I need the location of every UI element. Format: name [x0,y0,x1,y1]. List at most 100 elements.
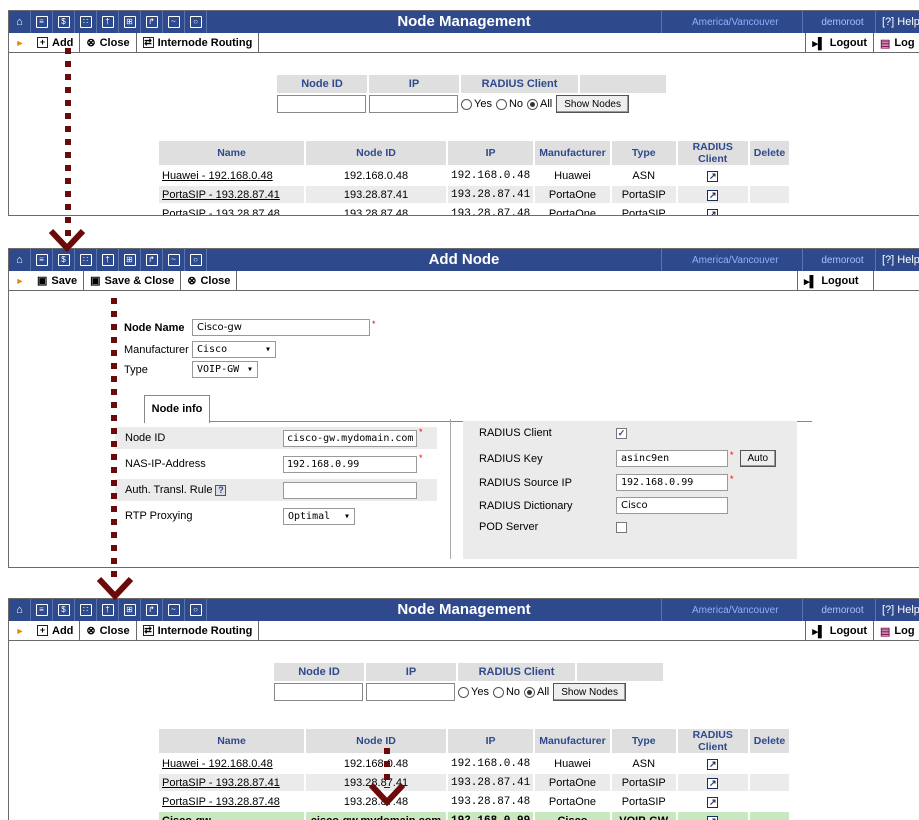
external-link-icon[interactable]: ↗ [707,777,719,789]
node-name-input[interactable] [192,319,370,336]
col-name[interactable]: Name [159,729,304,753]
node-name-link[interactable]: Cisco-gw [159,812,304,820]
network-icon[interactable]: ⊞ [119,599,141,621]
col-type[interactable]: Type [611,729,676,753]
graph-icon[interactable]: ~ [163,599,185,621]
home-icon[interactable]: ⌂ [9,599,31,621]
radio-all[interactable]: All [524,686,549,698]
radius-client-checkbox[interactable]: ✓ [616,427,627,439]
home-icon[interactable]: ⌂ [9,11,31,33]
user-link[interactable]: demoroot [802,249,882,271]
external-link-icon[interactable]: ↗ [707,189,719,201]
external-link-icon[interactable]: ↗ [707,208,719,215]
search-icon[interactable]: ○ [185,11,207,33]
help-link[interactable]: [?] Help [875,599,919,621]
radius-source-input[interactable] [616,474,728,491]
dollar-icon[interactable]: $ [53,599,75,621]
list-icon[interactable]: ≡ [31,599,53,621]
radius-dictionary-input[interactable] [616,497,728,514]
external-link-icon[interactable]: ↗ [707,796,719,808]
col-type[interactable]: Type [611,141,676,165]
node-id-filter-input[interactable] [277,95,366,113]
timezone-link[interactable]: America/Vancouver [661,249,811,271]
search-icon[interactable]: ○ [185,249,207,271]
list-icon[interactable]: ≡ [31,11,53,33]
add-button[interactable]: + Add [31,32,81,53]
ip-filter-input[interactable] [366,683,455,701]
col-node-id[interactable]: Node ID [306,729,446,753]
logout-button[interactable]: ▸▌ Logout [805,33,873,53]
external-link-icon[interactable]: ↗ [707,758,719,770]
timezone-link[interactable]: America/Vancouver [661,599,811,621]
home-icon[interactable]: ⌂ [9,249,31,271]
person-icon[interactable]: † [97,249,119,271]
user-link[interactable]: demoroot [802,599,882,621]
help-icon[interactable]: ? [215,484,227,496]
save-button[interactable]: ▣ Save [31,270,85,291]
person-icon[interactable]: † [97,11,119,33]
dollar-icon[interactable]: $ [53,11,75,33]
log-button[interactable]: ▤ Log [873,33,919,53]
chart-icon[interactable]: ↱ [141,599,163,621]
manufacturer-select[interactable]: Cisco ▾ [192,341,276,358]
nas-ip-input[interactable] [283,455,417,473]
internode-routing-button[interactable]: ⇄ Internode Routing [137,620,260,641]
node-name-link[interactable]: Huawei - 192.168.0.48 [159,167,304,184]
help-link[interactable]: [?] Help [875,11,919,33]
network-icon[interactable]: ⊞ [119,11,141,33]
show-nodes-button[interactable]: Show Nodes [553,683,626,701]
radio-no[interactable]: No [492,686,520,698]
rtp-select[interactable]: Optimal ▾ [283,507,355,525]
col-ip[interactable]: IP [448,729,534,753]
node-id-filter-input[interactable] [274,683,363,701]
log-button[interactable]: ▤ Log [873,621,919,641]
node-name-link[interactable]: Huawei - 192.168.0.48 [159,755,304,772]
graph-icon[interactable]: ~ [163,249,185,271]
col-name[interactable]: Name [159,141,304,165]
user-link[interactable]: demoroot [802,11,882,33]
logout-button[interactable]: ▸▌ Logout [797,271,873,291]
auto-button[interactable]: Auto [739,450,777,467]
pod-server-checkbox[interactable] [616,521,627,533]
col-manufacturer[interactable]: Manufacturer [535,141,610,165]
save-close-button[interactable]: ▣ Save & Close [84,270,182,291]
chart-icon[interactable]: ↱ [141,11,163,33]
radius-key-input[interactable] [616,450,728,467]
chart-icon[interactable]: ↱ [141,249,163,271]
radio-all-label: All [540,98,553,110]
graph-icon[interactable]: ~ [163,11,185,33]
tab-node-info[interactable]: Node info [144,395,210,423]
radio-no[interactable]: No [495,98,523,110]
external-link-icon[interactable]: ↗ [707,170,719,182]
show-nodes-button[interactable]: Show Nodes [556,95,629,113]
col-ip[interactable]: IP [448,141,534,165]
node-name-link[interactable]: PortaSIP - 193.28.87.48 [159,793,304,810]
close-button[interactable]: ⊗ Close [181,270,238,291]
col-manufacturer[interactable]: Manufacturer [535,729,610,753]
network-icon[interactable]: ⊞ [119,249,141,271]
add-button[interactable]: + Add [31,620,81,641]
auth-rule-input[interactable] [283,481,417,499]
external-link-icon[interactable]: ↗ [707,815,719,820]
col-node-id[interactable]: Node ID [306,141,446,165]
node-name-link[interactable]: PortaSIP - 193.28.87.41 [159,774,304,791]
timezone-link[interactable]: America/Vancouver [661,11,811,33]
node-id-input[interactable] [283,429,417,447]
type-select[interactable]: VOIP-GW ▾ [192,361,258,378]
col-delete: Delete [749,141,790,165]
help-link[interactable]: [?] Help [875,249,919,271]
node-name-link[interactable]: PortaSIP - 193.28.87.48 [159,205,304,216]
ip-filter-input[interactable] [369,95,458,113]
internode-routing-button[interactable]: ⇄ Internode Routing [137,32,260,53]
radio-all[interactable]: All [527,98,552,110]
radio-yes[interactable]: Yes [458,686,489,698]
search-icon[interactable]: ○ [185,599,207,621]
person-icon[interactable]: † [97,599,119,621]
radio-yes[interactable]: Yes [461,98,492,110]
grid-icon[interactable]: ∷ [75,599,97,621]
close-button[interactable]: ⊗ Close [80,620,137,641]
node-name-link[interactable]: PortaSIP - 193.28.87.41 [159,186,304,203]
grid-icon[interactable]: ∷ [75,11,97,33]
close-button[interactable]: ⊗ Close [80,32,137,53]
logout-button[interactable]: ▸▌ Logout [805,621,873,641]
